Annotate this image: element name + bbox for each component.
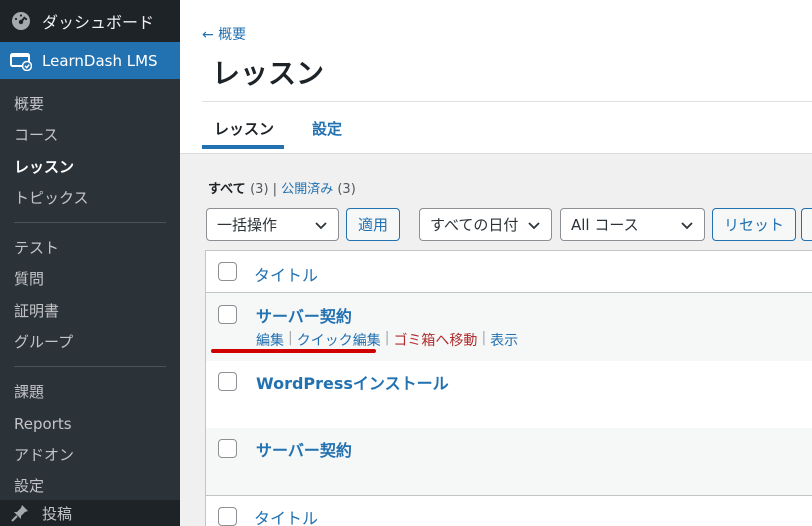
column-header-title[interactable]: タイトル [254,262,318,286]
pushpin-icon [10,503,32,523]
action-separator: | [384,330,390,346]
sidebar-item-posts[interactable]: 投稿 [0,500,180,526]
row-checkbox[interactable] [218,305,237,324]
submenu-item-questions[interactable]: 質問 [0,264,180,295]
view-all-link[interactable]: すべて (3) [208,182,269,197]
trash-link[interactable]: ゴミ箱へ移動 [393,330,477,350]
chevron-down-icon [681,222,693,230]
submenu-item-addons[interactable]: アドオン [0,440,180,471]
row-title-link[interactable]: WordPressインストール [256,370,449,394]
submenu-item-reports[interactable]: Reports [0,409,180,440]
chevron-down-icon [528,222,540,230]
sidebar-item-label: LearnDash LMS [42,51,158,70]
submenu-item-overview[interactable]: 概要 [0,89,180,120]
chevron-down-icon [315,222,327,230]
lessons-table: タイトル サーバー契約 編集 | クイック編集 | ゴミ箱へ移動 | 表示 Wo… [205,250,812,526]
page-header: ← 概要 レッスン レッスン 設定 [180,0,812,154]
view-published-link[interactable]: 公開済み (3) [281,182,356,197]
post-status-views: すべて (3) | 公開済み (3) [208,178,356,197]
submenu-item-settings[interactable]: 設定 [0,471,180,502]
date-filter-select[interactable]: すべての日付 [419,208,552,241]
active-tab-indicator [202,145,284,149]
reset-button[interactable]: リセット [712,208,796,241]
table-row: WordPressインストール [206,361,812,428]
action-separator: | [288,330,293,346]
page-title: レッスン [212,57,325,90]
submenu-item-topics[interactable]: トピックス [0,183,180,214]
table-header-row: タイトル [206,251,812,293]
course-filter-value: All コース [571,216,639,234]
annotation-underline [211,349,376,353]
row-title-link[interactable]: サーバー契約 [256,303,352,327]
admin-sidebar: ダッシュボード LearnDash LMS 概要 コース レッスン トピックス … [0,0,180,526]
bulk-action-value: 一括操作 [217,216,278,234]
select-all-checkbox[interactable] [218,262,237,281]
filter-button-partial[interactable] [801,208,812,241]
view-link[interactable]: 表示 [490,330,518,350]
select-all-checkbox-footer[interactable] [218,507,237,526]
sidebar-item-dashboard[interactable]: ダッシュボード [0,0,180,42]
submenu-item-lessons[interactable]: レッスン [0,152,180,183]
column-footer-title[interactable]: タイトル [254,505,318,526]
submenu-item-certificates[interactable]: 証明書 [0,296,180,327]
submenu-item-quizzes[interactable]: テスト [0,233,180,264]
views-separator: | [272,182,278,197]
submenu-divider [14,366,166,368]
date-filter-value: すべての日付 [430,216,519,234]
bulk-action-select[interactable]: 一括操作 [206,208,339,241]
row-title-link[interactable]: サーバー契約 [256,437,352,461]
row-checkbox[interactable] [218,372,237,391]
sidebar-item-label: 投稿 [42,504,73,523]
course-filter-select[interactable]: All コース [560,208,705,241]
action-separator: | [481,330,487,346]
quick-edit-link[interactable]: クイック編集 [297,330,381,350]
back-to-overview-link[interactable]: ← 概要 [202,24,246,44]
table-footer-row: タイトル [206,495,812,526]
header-divider [202,101,812,102]
submenu-divider [14,222,166,224]
table-row: サーバー契約 [206,428,812,495]
apply-button[interactable]: 適用 [346,208,400,241]
edit-link[interactable]: 編集 [256,330,284,350]
submenu-item-groups[interactable]: グループ [0,327,180,358]
sidebar-item-learndash[interactable]: LearnDash LMS [0,42,180,79]
sidebar-item-label: ダッシュボード [42,13,155,32]
dashboard-gauge-icon [10,10,32,32]
submenu-item-assignments[interactable]: 課題 [0,377,180,408]
row-actions: 編集 | クイック編集 | ゴミ箱へ移動 | 表示 [256,330,518,350]
submenu-item-courses[interactable]: コース [0,120,180,151]
tab-lessons[interactable]: レッスン [214,118,274,139]
tab-settings[interactable]: 設定 [312,118,342,139]
row-checkbox[interactable] [218,439,237,458]
sidebar-submenu: 概要 コース レッスン トピックス テスト 質問 証明書 グループ 課題 Rep… [0,79,180,526]
learndash-monitor-icon [10,51,33,71]
